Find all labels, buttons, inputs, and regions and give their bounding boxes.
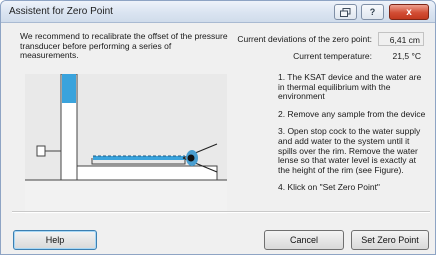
dialog-content: We recommend to recalibrate the offset o… xyxy=(2,24,435,254)
window-title: Assistent for Zero Point xyxy=(9,6,113,17)
dialog-window: Assistent for Zero Point ? x We recommen… xyxy=(0,0,436,255)
base-plate xyxy=(25,180,227,214)
help-button[interactable]: Help xyxy=(13,230,97,250)
help-title-button[interactable]: ? xyxy=(361,4,384,20)
deviation-value: 6,41 cm xyxy=(378,32,424,46)
restore-button[interactable] xyxy=(334,4,357,20)
instruction-list: 1. The KSAT device and the water are in … xyxy=(278,72,430,201)
close-icon: x xyxy=(406,6,412,18)
deviation-row: Current deviations of the zero point: 6,… xyxy=(237,32,424,46)
temperature-value: 21,5 °C xyxy=(392,51,421,61)
step-2: 2. Remove any sample from the device xyxy=(278,108,426,119)
cancel-button[interactable]: Cancel xyxy=(264,230,344,250)
standpipe-water xyxy=(62,74,76,103)
step-1: 1. The KSAT device and the water are in … xyxy=(278,72,422,102)
sample-holder xyxy=(76,165,218,181)
setup-diagram xyxy=(25,73,227,214)
step-4: 4. Klick on "Set Zero Point" xyxy=(278,182,380,193)
restore-icon xyxy=(340,7,351,17)
temperature-label: Current temperature: xyxy=(293,51,372,61)
temperature-row: Current temperature: 21,5 °C xyxy=(293,49,424,63)
intro-text: We recommend to recalibrate the offset o… xyxy=(20,31,228,61)
deviation-label: Current deviations of the zero point: xyxy=(237,34,372,44)
set-zero-point-button[interactable]: Set Zero Point xyxy=(351,230,429,250)
help-glyph: ? xyxy=(369,7,376,17)
title-bar[interactable]: Assistent for Zero Point ? x xyxy=(1,1,435,23)
setup-figure xyxy=(25,73,227,214)
close-button[interactable]: x xyxy=(389,4,429,20)
water-level xyxy=(93,156,185,160)
stop-cock xyxy=(36,145,46,157)
divider xyxy=(12,211,430,213)
step-3: 3. Open stop cock to the water supply an… xyxy=(278,126,421,175)
